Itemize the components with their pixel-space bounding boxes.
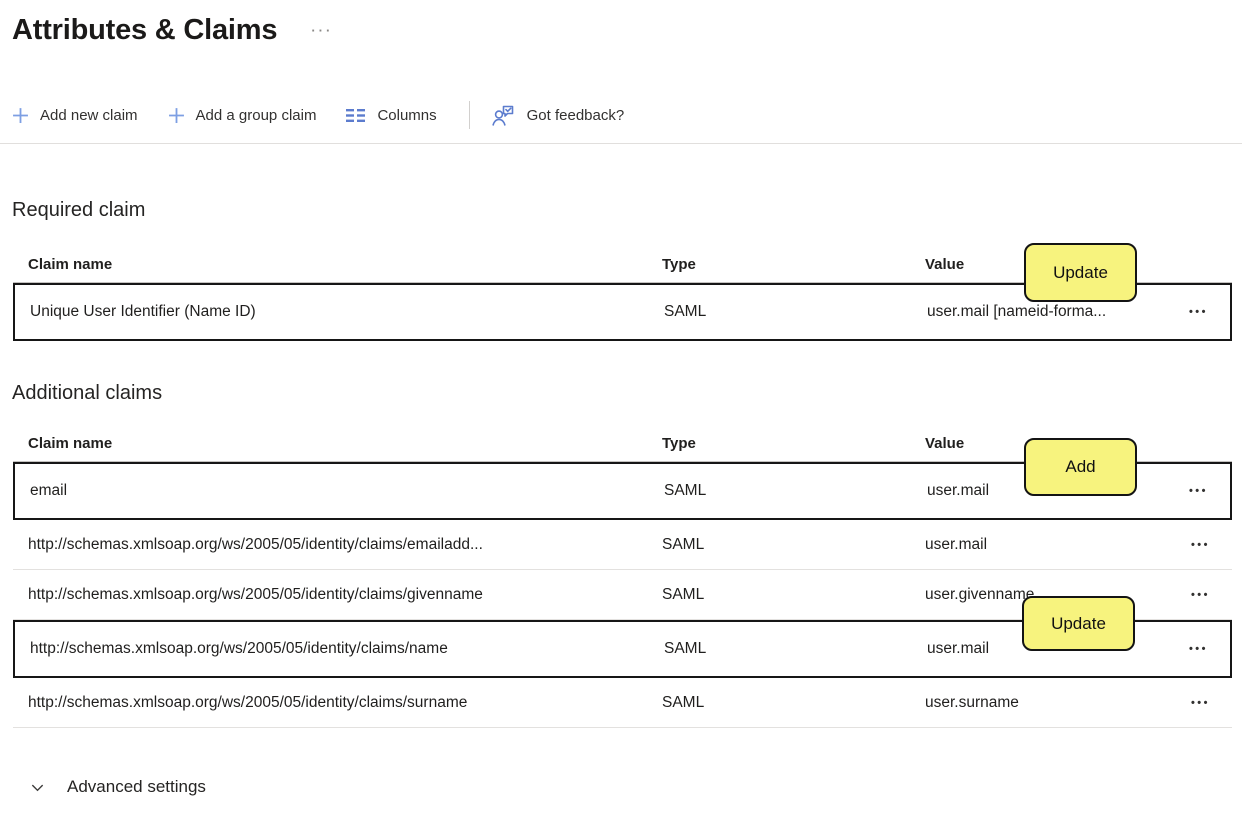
claim-name-cell: http://schemas.xmlsoap.org/ws/2005/05/id… bbox=[28, 535, 483, 553]
columns-button[interactable]: Columns bbox=[346, 106, 437, 124]
feedback-person-icon bbox=[490, 104, 516, 127]
required-claim-heading: Required claim bbox=[12, 199, 146, 221]
row-menu-dots-icon[interactable]: ••• bbox=[1189, 306, 1230, 318]
page-title: Attributes & Claims bbox=[12, 14, 278, 46]
claim-name-cell: http://schemas.xmlsoap.org/ws/2005/05/id… bbox=[28, 585, 483, 603]
row-menu-dots-icon[interactable]: ••• bbox=[1191, 539, 1232, 551]
add-group-claim-button[interactable]: Add a group claim bbox=[168, 106, 317, 124]
attributes-claims-page: Attributes & Claims ··· Add new claim Ad… bbox=[0, 0, 1242, 816]
toolbar-rule bbox=[0, 143, 1242, 144]
row-menu-dots-icon[interactable]: ••• bbox=[1191, 589, 1232, 601]
value-cell: user.mail bbox=[925, 535, 988, 553]
claim-name-cell: Unique User Identifier (Name ID) bbox=[30, 303, 256, 320]
type-cell: SAML bbox=[662, 585, 705, 603]
column-header-claim-name: Claim name bbox=[28, 434, 113, 452]
title-more-icon[interactable]: ··· bbox=[311, 24, 333, 37]
column-header-type: Type bbox=[662, 434, 696, 452]
plus-icon bbox=[12, 107, 29, 124]
claim-name-cell: email bbox=[30, 482, 68, 499]
table-body: email SAML user.mail ••• http://schemas.xmls… bbox=[13, 462, 1232, 728]
page-header: Attributes & Claims ··· bbox=[0, 0, 1242, 46]
type-cell: SAML bbox=[664, 303, 707, 320]
type-cell: SAML bbox=[662, 535, 705, 553]
row-menu-dots-icon[interactable]: ••• bbox=[1189, 485, 1230, 497]
advanced-settings-label: Advanced settings bbox=[67, 777, 206, 796]
plus-icon bbox=[168, 107, 185, 124]
additional-claims-heading: Additional claims bbox=[12, 382, 163, 404]
type-cell: SAML bbox=[664, 640, 707, 657]
advanced-settings-expander[interactable]: Advanced settings bbox=[30, 777, 206, 797]
row-menu-dots-icon[interactable]: ••• bbox=[1191, 697, 1232, 709]
add-group-claim-label: Add a group claim bbox=[195, 106, 317, 124]
column-header-claim-name: Claim name bbox=[28, 255, 113, 273]
type-cell: SAML bbox=[664, 482, 707, 499]
row-menu-dots-icon[interactable]: ••• bbox=[1189, 643, 1230, 655]
claim-name-cell: http://schemas.xmlsoap.org/ws/2005/05/id… bbox=[30, 640, 448, 657]
value-cell: user.mail [nameid-forma... bbox=[927, 303, 1107, 320]
got-feedback-label: Got feedback? bbox=[526, 106, 625, 124]
annotation-callout-update-required-row: Update bbox=[1024, 243, 1137, 302]
column-header-type: Type bbox=[662, 255, 696, 273]
table-row: http://schemas.xmlsoap.org/ws/2005/05/id… bbox=[13, 678, 1232, 728]
table-row: http://schemas.xmlsoap.org/ws/2005/05/id… bbox=[13, 520, 1232, 570]
add-new-claim-button[interactable]: Add new claim bbox=[12, 107, 138, 124]
got-feedback-button[interactable]: Got feedback? bbox=[490, 104, 625, 127]
annotation-callout-update-name-row: Update bbox=[1022, 596, 1135, 651]
columns-icon bbox=[346, 108, 366, 123]
columns-label: Columns bbox=[377, 106, 437, 124]
type-cell: SAML bbox=[662, 693, 705, 711]
claim-name-cell: http://schemas.xmlsoap.org/ws/2005/05/id… bbox=[28, 693, 468, 711]
annotation-callout-add-email-row: Add bbox=[1024, 438, 1137, 496]
toolbar-divider bbox=[468, 101, 470, 129]
chevron-down-icon bbox=[30, 780, 45, 795]
add-new-claim-label: Add new claim bbox=[40, 106, 138, 124]
value-cell: user.surname bbox=[925, 693, 1019, 711]
command-bar: Add new claim Add a group claim Columns bbox=[12, 98, 1242, 132]
